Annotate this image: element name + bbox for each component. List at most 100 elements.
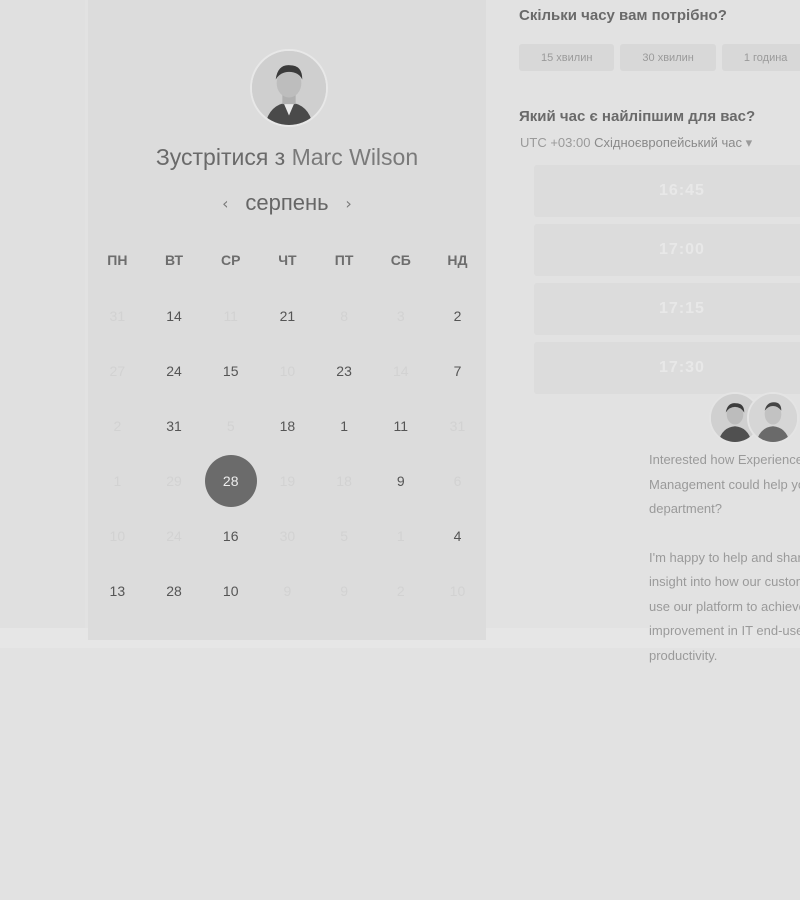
calendar-day: 9 — [316, 563, 373, 618]
calendar-day: 31 — [89, 288, 146, 343]
calendar-day-number: 9 — [340, 582, 348, 599]
avatar — [747, 392, 799, 444]
calendar-day-number: 1 — [113, 472, 122, 489]
bio-line: productivity. — [649, 647, 718, 663]
day-grid: 31 14 11 21 8 3 2 27 24 15 10 23 14 7 2 31 5 18 1 11 31 1 29 28… — [89, 288, 486, 618]
calendar-day-number: 15 — [222, 362, 239, 379]
calendar-day: 3 — [372, 288, 429, 343]
bio-line: Management could help your — [649, 476, 800, 492]
calendar-day[interactable]: 11 — [372, 398, 429, 453]
prev-month-icon[interactable]: ‹ — [213, 194, 237, 213]
time-slot[interactable]: 17:15 — [534, 283, 800, 335]
bio-paragraph: I'm happy to help and share insight into… — [649, 546, 800, 669]
calendar-day-number: 18 — [336, 472, 352, 489]
duration-option-60[interactable]: 1 година — [721, 44, 800, 71]
bio-line: improvement in IT end-user — [649, 623, 800, 638]
weekday-label: ПТ — [334, 252, 354, 268]
calendar-day-number: 18 — [279, 417, 296, 434]
calendar-day-number: 31 — [449, 417, 466, 434]
bio-line: Interested how Experience — [649, 452, 800, 467]
calendar-day[interactable]: 7 — [429, 343, 486, 398]
calendar-day[interactable]: 31 — [146, 398, 203, 453]
calendar-day[interactable]: 14 — [146, 288, 203, 343]
calendar-day: 2 — [372, 563, 429, 618]
calendar-day-number: 23 — [336, 362, 352, 379]
calendar-day[interactable]: 15 — [202, 343, 259, 398]
calendar-day-number: 2 — [396, 582, 405, 599]
calendar-day: 5 — [316, 508, 373, 563]
chevron-down-icon: ▾ — [745, 135, 753, 150]
calendar-day[interactable]: 28 — [146, 563, 203, 618]
calendar-day: 10 — [89, 508, 146, 563]
next-month-icon[interactable]: › — [337, 194, 361, 213]
duration-question: Скільки часу вам потрібно? — [519, 7, 727, 24]
calendar-day-number: 5 — [226, 417, 235, 434]
timezone-name: Східноєвропейський час — [594, 135, 742, 150]
calendar-day[interactable]: 23 — [316, 343, 373, 398]
bio-line: department? — [649, 501, 722, 516]
calendar-day-number: 16 — [222, 527, 239, 544]
calendar-day-number: 3 — [396, 307, 405, 324]
calendar-day: 14 — [372, 343, 429, 398]
calendar-day: 5 — [202, 398, 259, 453]
calendar-day-number: 10 — [222, 582, 239, 599]
calendar-day-number: 31 — [109, 307, 126, 324]
calendar-day-number: 27 — [109, 362, 126, 379]
calendar-day: 9 — [259, 563, 316, 618]
calendar-day-selected[interactable]: 28 — [202, 453, 259, 508]
team-avatars — [709, 392, 800, 444]
calendar-day: 18 — [316, 453, 373, 508]
bio-line: I'm happy to help and share — [649, 549, 800, 565]
bio-paragraph: Interested how Experience Management cou… — [649, 448, 800, 522]
weekday-label: СР — [220, 252, 241, 268]
calendar-day-number: 28 — [204, 454, 257, 507]
calendar-day-number: 8 — [340, 307, 348, 324]
calendar-day[interactable]: 4 — [429, 508, 486, 563]
calendar-day[interactable]: 16 — [202, 508, 259, 563]
timezone-offset: UTC +03:00 — [520, 135, 591, 150]
calendar-day-number: 13 — [109, 582, 126, 599]
calendar-day-number: 2 — [113, 417, 122, 434]
calendar-day: 1 — [89, 453, 146, 508]
month-navigation: ‹ серпень › — [88, 190, 486, 216]
calendar-day-number: 10 — [279, 362, 296, 379]
calendar-day-number: 9 — [396, 472, 405, 489]
calendar-day[interactable]: 2 — [429, 288, 486, 343]
calendar-day[interactable]: 21 — [259, 288, 316, 343]
calendar-day-number: 30 — [279, 527, 296, 544]
calendar-day-number: 9 — [283, 582, 292, 599]
calendar-day[interactable]: 24 — [146, 343, 203, 398]
weekday-label: СБ — [390, 252, 411, 268]
duration-options: 15 хвилин 30 хвилин 1 година — [519, 44, 800, 71]
calendar-day: 27 — [89, 343, 146, 398]
calendar-day: 10 — [429, 563, 486, 618]
timezone-select[interactable]: UTC +03:00 Східноєвропейський час ▾ — [520, 135, 752, 151]
calendar-day-number: 10 — [109, 527, 126, 544]
bio-line: insight into how our customers — [649, 574, 800, 589]
calendar-day[interactable]: 9 — [372, 453, 429, 508]
calendar-day-number: 14 — [392, 362, 409, 379]
time-slot[interactable]: 16:45 — [534, 165, 800, 217]
calendar-day: 19 — [259, 453, 316, 508]
calendar-day[interactable]: 18 — [259, 398, 316, 453]
calendar-day[interactable]: 10 — [202, 563, 259, 618]
calendar-day: 31 — [429, 398, 486, 453]
weekday-header: ПН ВТ СР ЧТ ПТ СБ НД — [89, 252, 486, 268]
calendar-day: 30 — [259, 508, 316, 563]
calendar-day-number: 5 — [340, 527, 348, 544]
calendar-day[interactable]: 13 — [89, 563, 146, 618]
duration-option-15[interactable]: 15 хвилин — [519, 44, 615, 71]
calendar-day-number: 11 — [393, 417, 409, 434]
weekday-label: ЧТ — [278, 252, 297, 268]
host-bio: Interested how Experience Management cou… — [649, 448, 800, 692]
calendar-day[interactable]: 1 — [316, 398, 373, 453]
time-slot[interactable]: 17:00 — [534, 224, 800, 276]
calendar-day-number: 14 — [166, 307, 182, 324]
calendar-day-number: 10 — [449, 582, 466, 599]
calendar-day-number: 1 — [396, 527, 405, 544]
time-question: Який час є найліпшим для вас? — [519, 108, 756, 125]
time-slot[interactable]: 17:30 — [534, 342, 800, 394]
meeting-title-prefix: Зустрітися з — [155, 144, 292, 170]
duration-option-30[interactable]: 30 хвилин — [620, 44, 716, 71]
calendar-day-number: 11 — [223, 307, 238, 324]
